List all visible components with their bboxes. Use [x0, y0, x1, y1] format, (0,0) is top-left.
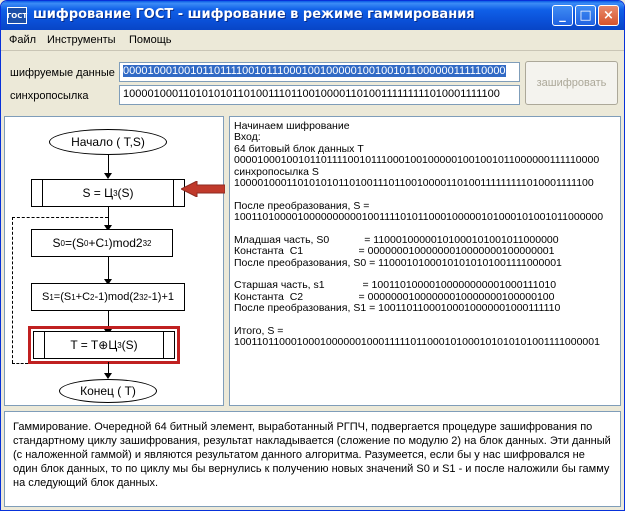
menu-file[interactable]: Файл — [9, 34, 36, 46]
menu-help[interactable]: Помощь — [129, 34, 172, 46]
xor-symbol-icon: ⊕ — [98, 338, 109, 352]
minimize-button[interactable]: _ — [552, 5, 573, 26]
flow-start: Начало ( T,S) — [49, 129, 167, 155]
log-line: После преобразования, S0 = 1100010100010… — [234, 256, 562, 269]
flow-step-s1: S 1 =(S 1 +C 2 -1)mod(2 32 -1)+1 — [31, 283, 185, 311]
flow-connector — [108, 207, 109, 227]
step2-pow: 32 — [142, 238, 152, 248]
log-line: 1001101000010000000000100111101011000100… — [234, 211, 604, 224]
flow-connector — [108, 311, 109, 331]
step3-tail: -1)mod(2 — [94, 291, 140, 303]
sync-input[interactable]: 1000010001101010101101001110110010000110… — [119, 85, 520, 105]
current-step-arrow-icon — [181, 181, 225, 197]
data-label: шифруемые данные — [10, 67, 115, 79]
encrypt-button[interactable]: зашифровать — [525, 61, 618, 105]
step3-plus: +C — [75, 291, 91, 303]
data-input-value: 0000100010010110111100101110001001000001… — [123, 65, 506, 77]
flow-step-s0: S 0 =(S 0 +C 1)mod2 32 — [31, 229, 173, 257]
flow-end: Конец ( T) — [59, 379, 157, 403]
maximize-button[interactable]: □ — [575, 5, 596, 26]
step3-end: -1)+1 — [148, 291, 175, 303]
log-line: 1000010001101010101101001110110010000110… — [234, 176, 594, 189]
step1-lhs: S = — [82, 186, 101, 200]
step4-func: Ц — [108, 338, 118, 352]
flow-step-cipher-s: S = Ц 3 (S) — [31, 179, 185, 207]
log-line: Константа C1 = 0000000100000001000000010… — [234, 245, 555, 258]
sync-input-value: 1000010001101010101101001110110010000110… — [123, 88, 500, 100]
flowchart-panel: Начало ( T,S) S = Ц 3 (S) S 0 =(S 0 +C 1)mod2 32… — [4, 116, 225, 406]
sync-label: синхропосылка — [10, 90, 89, 102]
flow-connector — [108, 155, 109, 175]
loop-dashed-line — [12, 217, 108, 218]
step2-tail: )mod2 — [108, 236, 143, 250]
step3-pow: 32 — [139, 292, 149, 302]
description-panel: Гаммирование. Очередной 64 битный элемен… — [4, 411, 621, 507]
step3-mid: =(S — [53, 291, 72, 303]
log-line: 1001101100010001000000100011111011000101… — [234, 336, 600, 349]
step2-plus: +C — [88, 236, 105, 250]
step2-mid: =(S — [64, 236, 84, 250]
step4-arg: (S) — [121, 338, 138, 352]
step1-arg: (S) — [117, 186, 134, 200]
window-title: шифрование ГОСТ - шифрование в режиме га… — [33, 7, 475, 22]
data-input[interactable]: 0000100010010110111100101110001001000001… — [119, 62, 520, 82]
flow-step-xor-gamma: T = T ⊕ Ц 3 (S) — [28, 326, 180, 364]
log-line: После преобразования, S1 = 1001101100010… — [234, 302, 561, 315]
menu-bar: Файл Инструменты Помощь — [1, 30, 624, 51]
close-button[interactable]: × — [598, 5, 619, 26]
step1-func: Ц — [104, 186, 114, 200]
app-window: ГОСТ шифрование ГОСТ - шифрование в режи… — [0, 0, 625, 511]
flow-connector — [108, 257, 109, 281]
step3-a: S — [41, 291, 50, 303]
step4-lhs: T = T — [70, 338, 99, 352]
menu-tools[interactable]: Инструменты — [47, 34, 116, 46]
step2-a: S — [52, 236, 61, 250]
description-text: Гаммирование. Очередной 64 битный элемен… — [13, 421, 611, 489]
loop-dashed-line — [12, 363, 28, 364]
encryption-log[interactable]: Начинаем шифрование Вход: 64 битовый блок … — [229, 116, 621, 406]
title-bar[interactable]: ГОСТ шифрование ГОСТ - шифрование в режи… — [1, 1, 624, 30]
gost-app-icon: ГОСТ — [7, 7, 27, 24]
log-line: 0000100010010110111100101110001001000001… — [234, 154, 600, 167]
loop-dashed-line — [12, 217, 13, 363]
log-line: Начинаем шифрование — [234, 120, 350, 132]
